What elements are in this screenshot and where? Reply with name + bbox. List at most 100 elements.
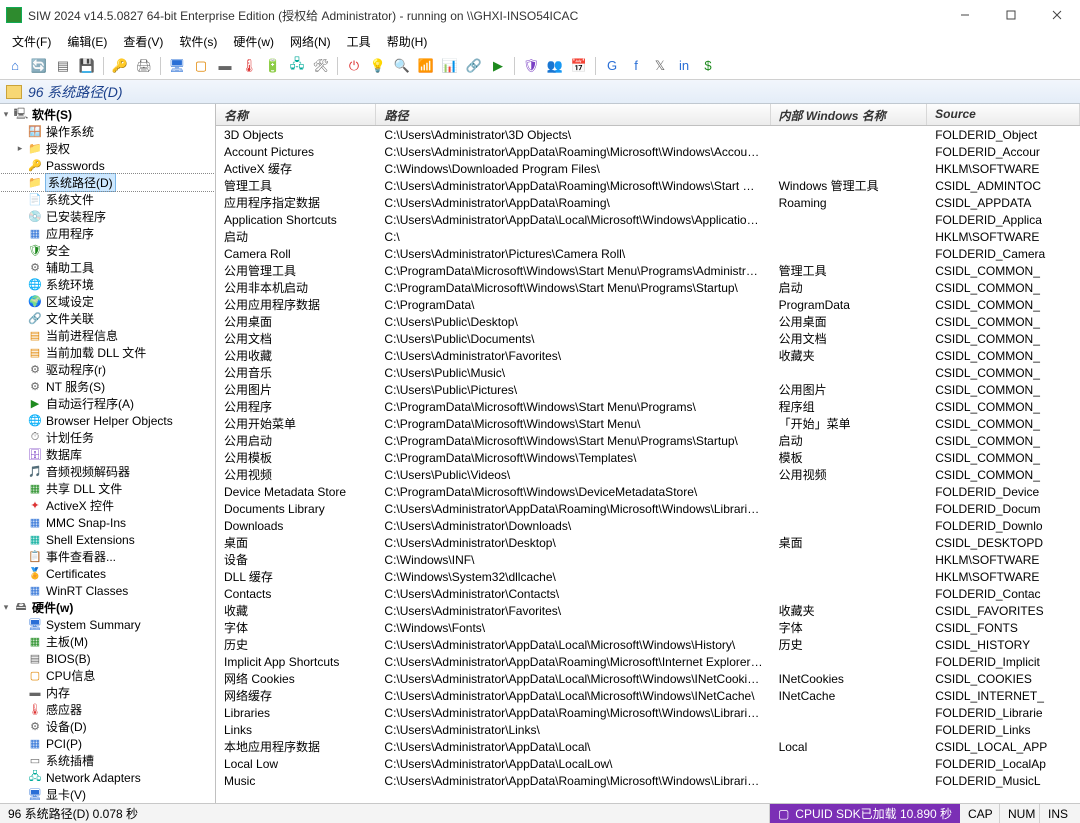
tree-item[interactable]: ▾🖳软件(S) [0,106,215,123]
menu-edit[interactable]: 编辑(E) [59,31,115,52]
col-name[interactable]: 名称 [216,104,376,125]
tree-item[interactable]: 💿已安装程序 [0,208,215,225]
tree-item[interactable]: ▬内存 [0,684,215,701]
table-row[interactable]: 公用模板C:\ProgramData\Microsoft\Windows\Tem… [216,449,1080,466]
export-icon[interactable]: ▤ [52,55,74,77]
tree-item[interactable]: 🖥显卡(V) [0,786,215,803]
tree-item[interactable]: 📄系统文件 [0,191,215,208]
tree-item[interactable]: 🖥System Summary [0,616,215,633]
menu-network[interactable]: 网络(N) [282,31,339,52]
col-winname[interactable]: 内部 Windows 名称 [771,104,928,125]
tree-item[interactable]: ▦应用程序 [0,225,215,242]
battery-icon[interactable]: 🔋 [262,55,284,77]
tree-item[interactable]: ▤当前加载 DLL 文件 [0,344,215,361]
google-icon[interactable]: G [601,55,623,77]
tree-item[interactable]: ▶自动运行程序(A) [0,395,215,412]
close-button[interactable] [1034,0,1080,30]
tree-item[interactable]: ⚙NT 服务(S) [0,378,215,395]
table-row[interactable]: 公用启动C:\ProgramData\Microsoft\Windows\Sta… [216,432,1080,449]
eureka-icon[interactable]: 💡 [367,55,389,77]
tree-item[interactable]: 🌡感应器 [0,701,215,718]
minimize-button[interactable] [942,0,988,30]
save-icon[interactable]: 💾 [76,55,98,77]
url-icon[interactable]: 🔗 [463,55,485,77]
tree-item[interactable]: 🛡安全 [0,242,215,259]
tree-item[interactable]: ▦共享 DLL 文件 [0,480,215,497]
eventvwr-icon[interactable]: 🛡 [520,55,542,77]
table-row[interactable]: 公用收藏C:\Users\Administrator\Favorites\收藏夹… [216,347,1080,364]
table-row[interactable]: 公用视频C:\Users\Public\Videos\公用视频CSIDL_COM… [216,466,1080,483]
table-row[interactable]: 公用音乐C:\Users\Public\Music\CSIDL_COMMON_ [216,364,1080,381]
tree-item[interactable]: 🏅Certificates [0,565,215,582]
table-row[interactable]: LinksC:\Users\Administrator\Links\FOLDER… [216,721,1080,738]
x-icon[interactable]: 𝕏 [649,55,671,77]
memory-icon[interactable]: ▬ [214,55,236,77]
donate-icon[interactable]: $ [697,55,719,77]
menu-view[interactable]: 查看(V) [115,31,171,52]
col-source[interactable]: Source [927,104,1080,125]
tree-item[interactable]: 🌐系统环境 [0,276,215,293]
tree-item[interactable]: ▤当前进程信息 [0,327,215,344]
table-row[interactable]: 网络 CookiesC:\Users\Administrator\AppData… [216,670,1080,687]
tree-item[interactable]: 🗄数据库 [0,446,215,463]
tree-item[interactable]: ▦MMC Snap-Ins [0,514,215,531]
table-row[interactable]: Application ShortcutsC:\Users\Administra… [216,211,1080,228]
tree-item[interactable]: ⚙设备(D) [0,718,215,735]
col-path[interactable]: 路径 [376,104,770,125]
summary-icon[interactable]: 🖥 [166,55,188,77]
network-icon[interactable]: 🖧 [286,55,308,77]
table-row[interactable]: 公用图片C:\Users\Public\Pictures\公用图片CSIDL_C… [216,381,1080,398]
tree-item[interactable]: 📋事件查看器... [0,548,215,565]
tree-item[interactable]: 🎵音频视频解码器 [0,463,215,480]
tree-item[interactable]: 📁系统路径(D) [0,174,215,191]
table-row[interactable]: 历史C:\Users\Administrator\AppData\Local\M… [216,636,1080,653]
table-row[interactable]: 公用非本机启动C:\ProgramData\Microsoft\Windows\… [216,279,1080,296]
sensors-icon[interactable]: 🌡 [238,55,260,77]
table-row[interactable]: ActiveX 缓存C:\Windows\Downloaded Program … [216,160,1080,177]
table-row[interactable]: DownloadsC:\Users\Administrator\Download… [216,517,1080,534]
linkedin-icon[interactable]: in [673,55,695,77]
calendar-icon[interactable]: 📅 [568,55,590,77]
tree-item[interactable]: ▦主板(M) [0,633,215,650]
table-row[interactable]: MusicC:\Users\Administrator\AppData\Roam… [216,772,1080,789]
table-row[interactable]: DLL 缓存C:\Windows\System32\dllcache\HKLM\… [216,568,1080,585]
tree-item[interactable]: 🪟操作系统 [0,123,215,140]
tree-item[interactable]: ▢CPU信息 [0,667,215,684]
tree-item[interactable]: ▭系统插槽 [0,752,215,769]
table-row[interactable]: Camera RollC:\Users\Administrator\Pictur… [216,245,1080,262]
data-grid[interactable]: 名称 路径 内部 Windows 名称 Source 3D ObjectsC:\… [216,104,1080,803]
license-icon[interactable]: 🔑 [109,55,131,77]
tree-item[interactable]: ▦WinRT Classes [0,582,215,599]
report-icon[interactable]: 📊 [439,55,461,77]
table-row[interactable]: Account PicturesC:\Users\Administrator\A… [216,143,1080,160]
tree-item[interactable]: 🔑Passwords [0,157,215,174]
help-icon[interactable]: 👥 [544,55,566,77]
tree-item[interactable]: 🌐Browser Helper Objects [0,412,215,429]
table-row[interactable]: Device Metadata StoreC:\ProgramData\Micr… [216,483,1080,500]
tree-item[interactable]: ▾🖴硬件(w) [0,599,215,616]
tree-item[interactable]: 🖧Network Adapters [0,769,215,786]
table-row[interactable]: 3D ObjectsC:\Users\Administrator\3D Obje… [216,126,1080,143]
tree-item[interactable]: ▦PCI(P) [0,735,215,752]
table-row[interactable]: 网络缓存C:\Users\Administrator\AppData\Local… [216,687,1080,704]
tree-item[interactable]: 🔗文件关联 [0,310,215,327]
table-row[interactable]: Local LowC:\Users\Administrator\AppData\… [216,755,1080,772]
menu-file[interactable]: 文件(F) [4,31,59,52]
find-icon[interactable]: 🔍 [391,55,413,77]
table-row[interactable]: Documents LibraryC:\Users\Administrator\… [216,500,1080,517]
tree-item[interactable]: ⏱计划任务 [0,429,215,446]
facebook-icon[interactable]: f [625,55,647,77]
maximize-button[interactable] [988,0,1034,30]
table-row[interactable]: 启动C:\HKLM\SOFTWARE [216,228,1080,245]
table-row[interactable]: 公用开始菜单C:\ProgramData\Microsoft\Windows\S… [216,415,1080,432]
table-row[interactable]: 公用文档C:\Users\Public\Documents\公用文档CSIDL_… [216,330,1080,347]
table-row[interactable]: 应用程序指定数据C:\Users\Administrator\AppData\R… [216,194,1080,211]
tree-item[interactable]: ✦ActiveX 控件 [0,497,215,514]
netstat-icon[interactable]: 📶 [415,55,437,77]
table-row[interactable]: Implicit App ShortcutsC:\Users\Administr… [216,653,1080,670]
table-row[interactable]: ContactsC:\Users\Administrator\Contacts\… [216,585,1080,602]
table-row[interactable]: 桌面C:\Users\Administrator\Desktop\桌面CSIDL… [216,534,1080,551]
tree-item[interactable]: 🌍区域设定 [0,293,215,310]
table-row[interactable]: 本地应用程序数据C:\Users\Administrator\AppData\L… [216,738,1080,755]
table-row[interactable]: 公用程序C:\ProgramData\Microsoft\Windows\Sta… [216,398,1080,415]
